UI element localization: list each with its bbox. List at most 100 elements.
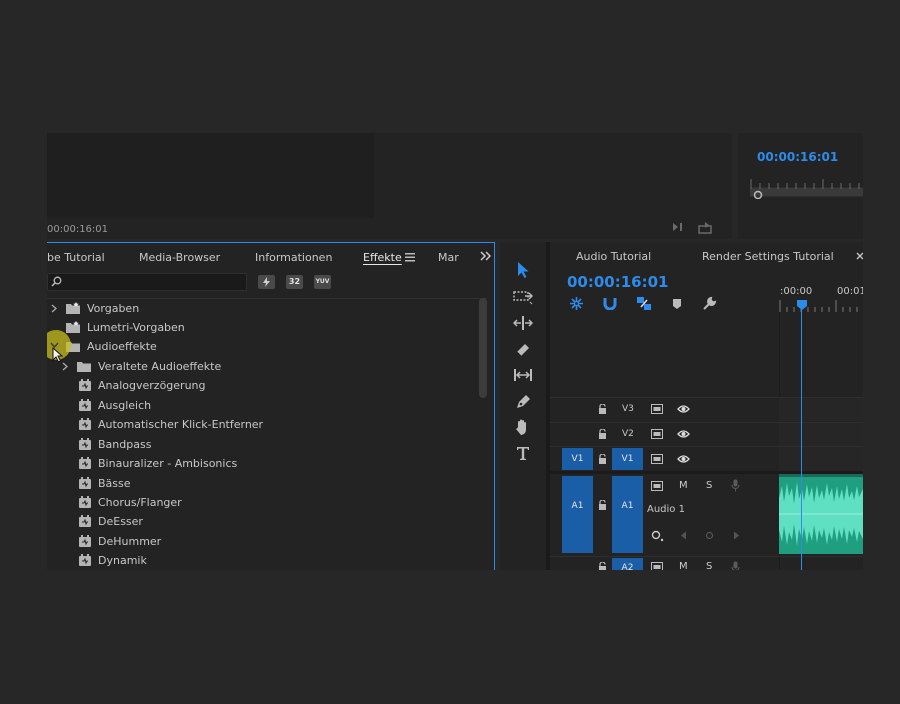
list-item[interactable]: Vorgaben [47,299,487,318]
yuv-effects-button[interactable]: YUV [314,275,331,289]
program-ruler[interactable] [750,179,863,200]
ripple-edit-tool-button[interactable] [512,313,534,333]
solo-button[interactable]: S [706,561,712,570]
list-item[interactable]: Audioeffekte [47,337,487,356]
lock-icon[interactable] [598,404,607,414]
selection-tool-button[interactable] [512,260,534,280]
audio-effect-icon [79,418,91,430]
hand-tool-button[interactable] [512,417,534,437]
effects-search [47,273,247,291]
audio-clip[interactable] [779,474,863,554]
chevron-right-icon[interactable] [62,362,68,371]
lock-icon[interactable] [598,454,607,464]
clip-name: Audio 1 [647,504,685,515]
previous-keyframe-icon[interactable] [680,531,687,540]
insert-icon[interactable] [672,221,688,233]
tab-effects[interactable]: Effekte [363,251,402,264]
slip-tool-button[interactable] [512,365,534,385]
toggle-sync-lock-icon[interactable] [651,481,663,491]
tree-item-label: Bandpass [98,438,152,451]
playhead-line[interactable] [801,310,802,570]
time-ruler[interactable] [779,300,863,312]
list-item[interactable]: Bandpass [47,435,487,454]
search-icon [51,276,62,287]
accelerated-effects-button[interactable] [258,275,275,289]
list-item[interactable]: Dynamik [47,551,487,570]
chevron-right-icon[interactable] [51,304,57,313]
audio-effect-icon [79,457,91,469]
lock-icon[interactable] [598,500,607,510]
program-monitor: 00:00:16:01 [738,133,863,239]
export-frame-icon[interactable] [698,221,714,234]
track-row-a2: A2 M S [550,556,863,570]
linked-selection-icon[interactable] [636,296,652,311]
list-item[interactable]: DeHummer [47,532,487,551]
selection-arrow-icon [518,262,529,278]
mute-button[interactable]: M [679,480,688,491]
tab-sequence-render-settings[interactable]: Render Settings Tutorial [702,250,834,263]
audio-effect-icon [79,554,91,566]
toggle-sync-lock-icon[interactable] [651,454,663,464]
audio-effect-icon [79,399,91,411]
list-item[interactable]: Automatischer Klick-Entferner [47,415,487,434]
eye-icon[interactable] [677,454,690,464]
mute-button[interactable]: M [679,561,688,570]
tree-item-label: DeHummer [98,535,162,548]
list-item[interactable]: Veraltete Audioeffekte [47,357,487,376]
track-name[interactable]: A2 [612,558,643,570]
snap-icon[interactable] [603,296,617,310]
track-name[interactable]: A1 [612,476,643,553]
keyframe-icon[interactable] [651,530,665,542]
track-name[interactable]: V1 [612,448,643,470]
pen-tool-button[interactable] [512,392,534,412]
effects-panel: be Tutorial Media-Browser Informationen … [47,242,495,570]
list-item[interactable]: Analogverzögerung [47,376,487,395]
playhead-icon[interactable] [796,299,808,311]
toggle-sync-lock-icon[interactable] [651,562,663,570]
source-patch-a1[interactable]: A1 [562,476,593,553]
timeline-timecode[interactable]: 00:00:16:01 [567,273,669,291]
track-select-tool-button[interactable] [512,287,534,307]
effects-scrollbar[interactable] [479,298,487,398]
32bit-effects-button[interactable]: 32 [286,275,303,289]
tab-info[interactable]: Informationen [255,251,332,264]
list-item[interactable]: Binauralizer - Ambisonics [47,454,487,473]
add-marker-icon[interactable] [672,298,682,310]
panel-tab-bar: be Tutorial Media-Browser Informationen … [47,242,495,271]
solo-button[interactable]: S [706,480,712,491]
lock-icon[interactable] [598,429,607,439]
list-item[interactable]: Bässe [47,474,487,493]
track-name: V2 [622,429,634,439]
add-keyframe-icon[interactable] [705,531,714,540]
source-patch-v1[interactable]: V1 [562,448,593,470]
tab-project[interactable]: be Tutorial [47,251,105,264]
eye-icon[interactable] [677,404,690,414]
list-item[interactable]: Ausgleich [47,396,487,415]
slip-icon [514,369,532,381]
type-tool-button[interactable] [512,443,534,463]
lock-icon[interactable] [598,562,607,570]
tree-item-label: Vorgaben [87,302,140,315]
more-tabs-icon[interactable] [480,251,491,261]
close-icon[interactable] [856,252,863,260]
next-keyframe-icon[interactable] [733,531,740,540]
microphone-icon[interactable] [731,479,740,492]
microphone-icon[interactable] [731,561,740,570]
effects-search-input[interactable] [47,273,247,291]
list-item[interactable]: DeEsser [47,512,487,531]
tab-markers[interactable]: Mar [438,251,459,264]
wrench-icon[interactable] [702,296,717,311]
track-row-v2: V2 [550,422,863,446]
list-item[interactable]: Chorus/Flanger [47,493,487,512]
eye-icon[interactable] [677,429,690,439]
tab-sequence-audio-tutorial[interactable]: Audio Tutorial [576,250,651,263]
list-item[interactable]: Lumetri-Vorgaben [47,318,487,337]
ruler-label: 00:01 [837,286,863,297]
nest-sequence-icon[interactable] [569,296,584,311]
tab-media-browser[interactable]: Media-Browser [139,251,220,264]
toggle-sync-lock-icon[interactable] [651,429,663,439]
ripple-edit-icon [513,316,533,330]
razor-tool-button[interactable] [512,339,534,359]
toggle-sync-lock-icon[interactable] [651,404,663,414]
panel-menu-icon[interactable] [405,253,415,262]
